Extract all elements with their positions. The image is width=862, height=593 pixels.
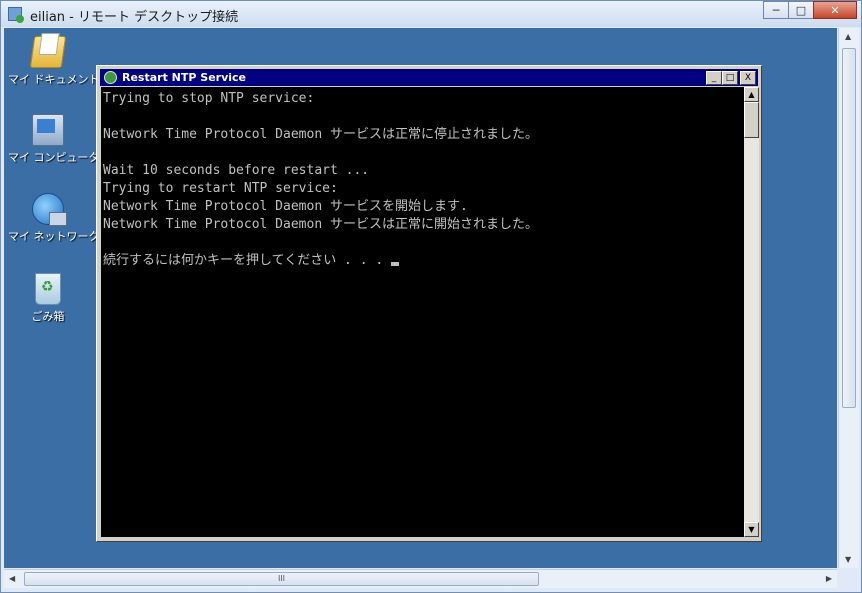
desktop-icon-label: マイ ドキュメント <box>8 73 100 86</box>
console-scroll-thumb[interactable] <box>744 102 759 138</box>
text-cursor <box>391 262 400 266</box>
remote-vertical-scrollbar[interactable]: ▲ ▼ <box>838 28 859 568</box>
desktop-icon-label: マイ ネットワーク <box>8 230 100 243</box>
remote-desktop-area: マイ ドキュメント マイ コンピュータ マイ ネットワーク ごみ箱 Restar… <box>4 28 837 568</box>
console-prompt-line: 続行するには何かキーを押してください . . . <box>103 252 538 270</box>
my-computer-icon <box>32 114 64 146</box>
close-button[interactable]: ✕ <box>813 1 857 19</box>
scroll-up-icon[interactable]: ▲ <box>845 32 851 41</box>
console-line: Trying to restart NTP service: <box>103 181 338 196</box>
console-vertical-scrollbar[interactable]: ▲ ▼ <box>744 87 759 537</box>
console-line: Network Time Protocol Daemon サービスは正常に停止さ… <box>103 127 538 142</box>
console-maximize-button[interactable]: □ <box>722 71 738 85</box>
console-titlebar[interactable]: Restart NTP Service _ □ X <box>100 69 758 86</box>
console-close-button[interactable]: X <box>740 71 756 85</box>
console-title: Restart NTP Service <box>122 71 247 84</box>
recycle-bin-icon <box>35 273 61 305</box>
remote-horizontal-scrollbar[interactable]: ◀ III ▶ <box>4 569 837 588</box>
remote-desktop-window: eilian - リモート デスクトップ接続 ─ □ ✕ マイ ドキュメント マ… <box>0 0 862 593</box>
desktop-icon-label: ごみ箱 <box>31 310 65 323</box>
scroll-up-icon[interactable]: ▲ <box>744 87 759 102</box>
console-window[interactable]: Restart NTP Service _ □ X Trying to stop… <box>96 65 762 542</box>
console-output[interactable]: Trying to stop NTP service: Network Time… <box>101 87 744 537</box>
maximize-button[interactable]: □ <box>788 1 814 19</box>
remote-vertical-thumb[interactable] <box>842 48 856 408</box>
remote-desktop-titlebar[interactable]: eilian - リモート デスクトップ接続 ─ □ ✕ <box>1 1 861 27</box>
remote-desktop-icon <box>8 7 24 23</box>
my-documents-icon <box>29 36 67 68</box>
scroll-right-icon[interactable]: ▶ <box>826 574 832 583</box>
console-line: Trying to stop NTP service: <box>103 91 315 106</box>
console-minimize-button[interactable]: _ <box>706 71 722 85</box>
console-app-icon <box>104 71 117 84</box>
desktop-icon-recycle-bin[interactable]: ごみ箱 <box>8 273 88 324</box>
console-line: Network Time Protocol Daemon サービスは正常に開始さ… <box>103 217 538 232</box>
console-prompt: 続行するには何かキーを押してください . . . <box>103 253 392 268</box>
scroll-down-icon[interactable]: ▼ <box>744 522 759 537</box>
console-line: Network Time Protocol Daemon サービスを開始します. <box>103 199 468 214</box>
minimize-button[interactable]: ─ <box>763 1 789 19</box>
desktop-icon-my-documents[interactable]: マイ ドキュメント <box>8 36 100 87</box>
my-network-icon <box>32 193 67 226</box>
console-text: Trying to stop NTP service: Network Time… <box>103 90 538 270</box>
console-line: Wait 10 seconds before restart ... <box>103 163 370 178</box>
desktop-icon-label: マイ コンピュータ <box>8 151 100 164</box>
desktop-icon-my-network[interactable]: マイ ネットワーク <box>8 193 100 244</box>
remote-horizontal-thumb[interactable]: III <box>24 572 539 586</box>
scroll-left-icon[interactable]: ◀ <box>9 574 15 583</box>
scroll-down-icon[interactable]: ▼ <box>845 555 851 564</box>
desktop-icon-my-computer[interactable]: マイ コンピュータ <box>8 114 100 165</box>
remote-desktop-title: eilian - リモート デスクトップ接続 <box>30 10 239 25</box>
